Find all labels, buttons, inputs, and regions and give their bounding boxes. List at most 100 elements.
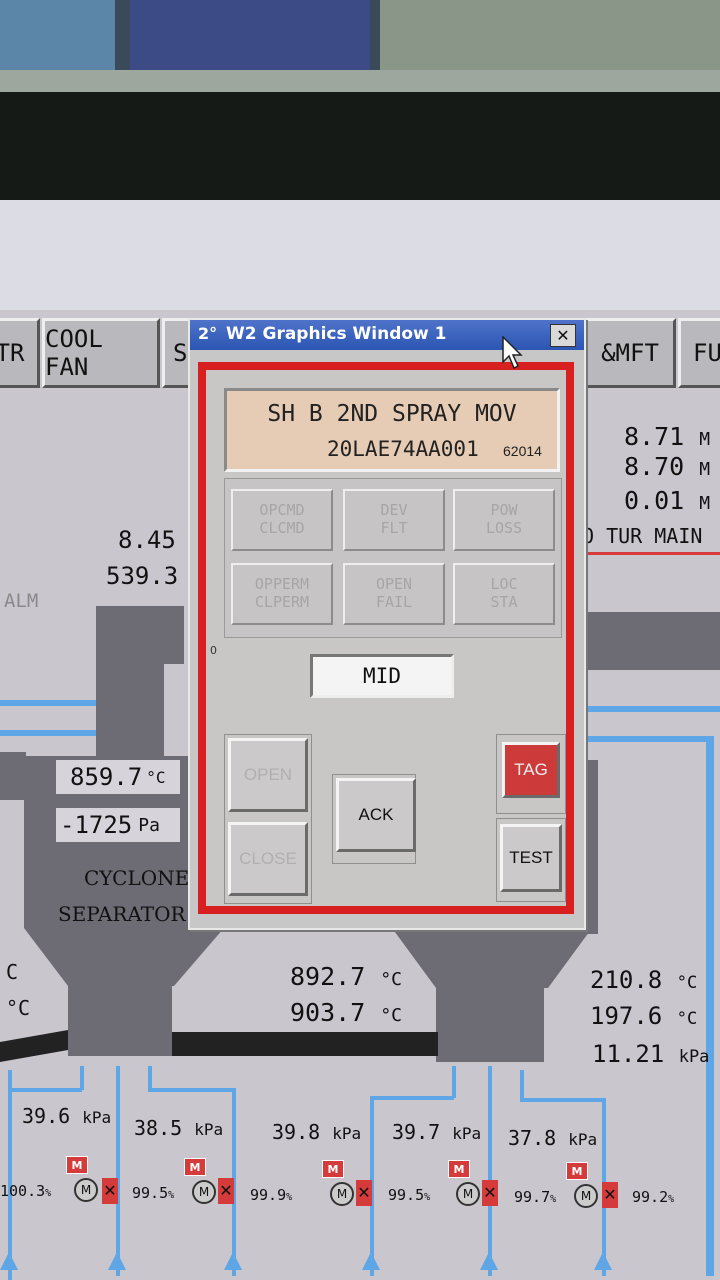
device-faceplate-window: 2° W2 Graphics Window 1 ✕ SH B 2ND SPRAY… [188, 318, 586, 930]
blue-pipe [116, 1066, 120, 1276]
open-button[interactable]: OPEN [228, 738, 308, 812]
nav-label: FU [693, 339, 720, 367]
value: 99.9 [250, 1186, 287, 1204]
flow-arrow-icon [594, 1252, 612, 1270]
pressure-reading-5: 37.8 kPa [508, 1126, 597, 1150]
background-wall [380, 0, 720, 70]
motor-icon[interactable]: M [330, 1182, 354, 1206]
value: 99.2 [632, 1188, 669, 1206]
unit: % [45, 1188, 52, 1199]
left-reading-2: 539.3 [106, 562, 179, 590]
valve-percent-3: 99.9% [250, 1186, 292, 1204]
pressure-reading-4: 39.7 kPa [392, 1120, 481, 1144]
close-button[interactable]: ✕ [550, 324, 576, 347]
duct [0, 752, 26, 800]
right-temp-2: 197.6 °C [590, 1002, 697, 1030]
duct [96, 660, 164, 760]
status-line: OPCMD [259, 501, 305, 519]
unit: kPa [568, 1130, 598, 1149]
device-description-panel: SH B 2ND SPRAY MOV 20LAE74AA001 62014 [224, 388, 560, 472]
nav-label: COOL FAN [45, 325, 103, 381]
manual-mode-badge: M [448, 1160, 470, 1178]
blue-pipe [370, 1096, 454, 1100]
window-titlebar[interactable]: 2° W2 Graphics Window 1 ✕ [190, 320, 584, 350]
unit: kPa [678, 1047, 710, 1067]
blue-pipe [452, 1066, 456, 1098]
valve-icon[interactable]: ✕ [602, 1182, 618, 1208]
manual-mode-badge: M [322, 1160, 344, 1178]
status-line: DEV [380, 501, 408, 519]
blue-pipe [520, 1070, 524, 1100]
value: 859.7 [70, 763, 143, 791]
blue-pipe [488, 1066, 492, 1276]
left-temp-unit-b: °C [6, 996, 31, 1020]
manual-mode-badge: M [184, 1158, 206, 1176]
manual-mode-badge: M [566, 1162, 588, 1180]
unit: kPa [82, 1108, 112, 1127]
value: 197.6 [590, 1002, 663, 1030]
window-app-icon: 2° [198, 324, 218, 343]
status-line: OPPERM [254, 575, 310, 593]
nav-button-mft[interactable]: &MFT [584, 318, 676, 388]
blue-pipe [582, 706, 720, 712]
flow-arrow-icon [480, 1252, 498, 1270]
value: 8.70 [624, 452, 685, 481]
status-line: CLCMD [259, 519, 305, 537]
valve-icon[interactable]: ✕ [482, 1180, 498, 1206]
pressure-reading-2: 38.5 kPa [134, 1116, 223, 1140]
ack-button[interactable]: ACK [336, 778, 416, 852]
nav-label: &MFT [601, 339, 659, 367]
value: 37.8 [508, 1126, 557, 1150]
close-command-button[interactable]: CLOSE [228, 822, 308, 896]
nav-button-cool-fan[interactable]: COOL FAN [42, 318, 160, 388]
valve-percent-1: 100.3% [0, 1182, 51, 1200]
hopper-outlet [436, 986, 544, 1062]
value: 0.01 [624, 486, 685, 515]
right-reading-3: 0.01 M [624, 486, 710, 515]
cyclone-label-1: CYCLONE [84, 866, 190, 890]
blue-pipe [520, 1098, 604, 1102]
flow-arrow-icon [362, 1252, 380, 1270]
status-line: FAIL [375, 593, 413, 611]
flow-arrow-icon [224, 1252, 242, 1270]
nav-button-fu[interactable]: FU [678, 318, 720, 388]
background-screen [130, 0, 370, 70]
blue-pipe [8, 1070, 12, 1280]
status-line: CLPERM [254, 593, 310, 611]
cyclone-label-2: SEPARATOR 1 [58, 902, 205, 926]
tag-button[interactable]: TAG [502, 742, 560, 798]
unit: % [286, 1192, 293, 1203]
value: 39.7 [392, 1120, 441, 1144]
motor-icon[interactable]: M [456, 1182, 480, 1206]
value: 99.7 [514, 1188, 551, 1206]
blue-pipe [148, 1066, 152, 1090]
pressure-reading-1: 39.6 kPa [22, 1104, 111, 1128]
nav-button-tr[interactable]: TR [0, 318, 40, 388]
right-reading-2: 8.70 M [624, 452, 710, 481]
motor-icon[interactable]: M [574, 1184, 598, 1208]
test-button[interactable]: TEST [500, 824, 562, 892]
zero-label: 0 [210, 644, 217, 657]
value: 11.21 [592, 1040, 665, 1068]
valve-icon[interactable]: ✕ [356, 1180, 372, 1206]
valve-icon[interactable]: ✕ [218, 1178, 234, 1204]
value: 8.71 [624, 422, 685, 451]
blue-pipe [80, 1066, 84, 1090]
motor-icon[interactable]: M [74, 1178, 98, 1202]
value: 99.5 [388, 1186, 425, 1204]
status-indicator-grid: OPCMD CLCMD DEV FLT POW LOSS OPPERM CLPERM O… [224, 478, 562, 638]
pressure-reading-3: 39.8 kPa [272, 1120, 361, 1144]
valve-icon[interactable]: ✕ [102, 1178, 118, 1204]
nav-label: TR [0, 339, 25, 367]
window-title: W2 Graphics Window 1 [226, 324, 447, 344]
status-line: LOC [490, 575, 518, 593]
unit: M [699, 429, 711, 450]
right-reading-1: 8.71 M [624, 422, 710, 451]
unit: M [699, 493, 711, 514]
cyclone-temp-readout: 859.7 °C [56, 760, 180, 794]
mouse-cursor-icon [502, 336, 523, 370]
mid-temp-2: 903.7 °C [290, 998, 402, 1027]
motor-icon[interactable]: M [192, 1180, 216, 1204]
value: 39.8 [272, 1120, 321, 1144]
alarm-label: ALM [4, 590, 39, 612]
